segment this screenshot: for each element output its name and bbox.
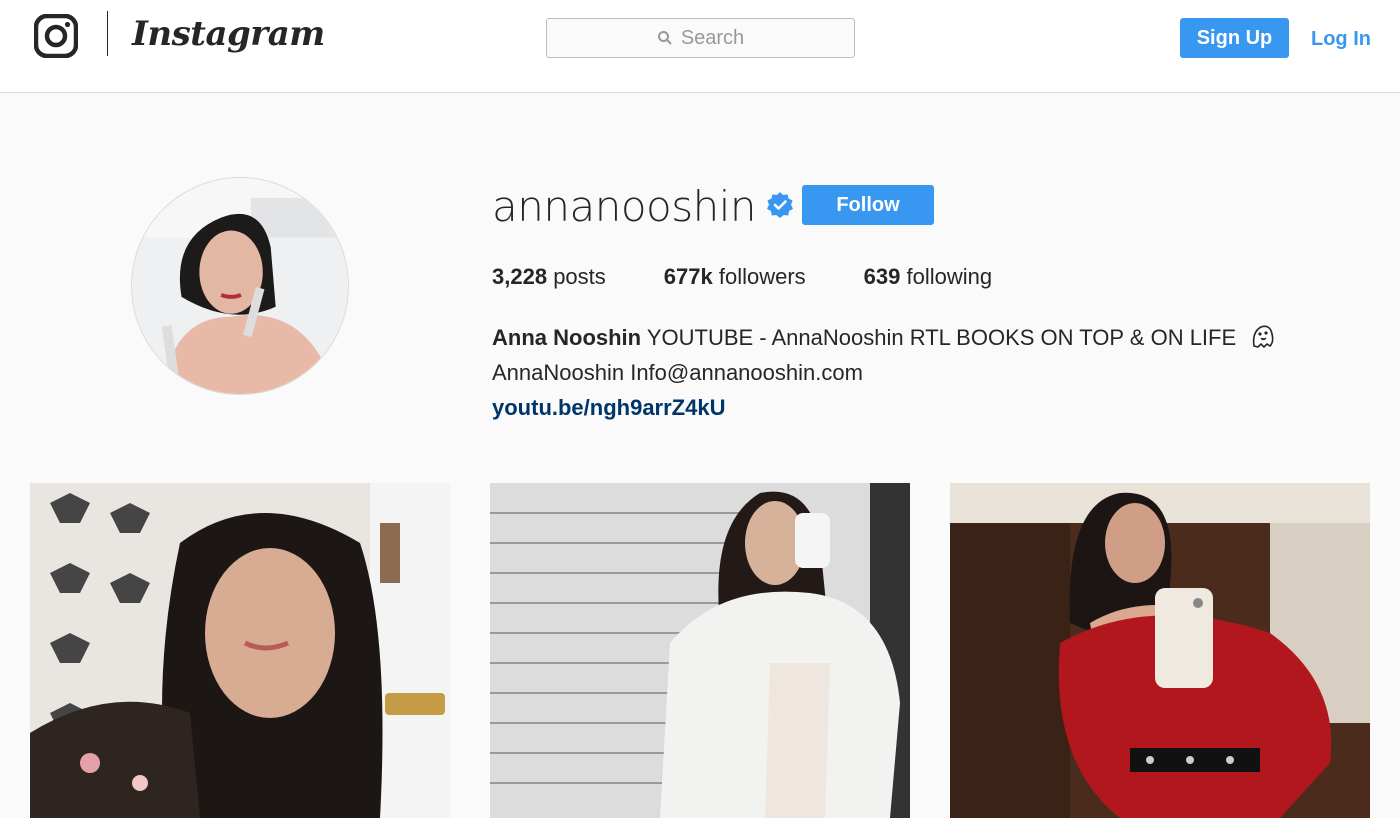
followers-stat[interactable]: 677k followers [664, 262, 806, 292]
avatar-image [132, 178, 348, 394]
post-image [950, 483, 1370, 818]
following-label: following [906, 264, 993, 289]
following-stat[interactable]: 639 following [864, 262, 992, 292]
log-in-link[interactable]: Log In [1311, 25, 1371, 53]
followers-label: followers [718, 264, 806, 289]
search-icon [657, 31, 672, 45]
sign-up-button[interactable]: Sign Up [1180, 18, 1289, 58]
profile-stats: 3,228 posts 677k followers 639 following [492, 262, 1050, 292]
follow-button[interactable]: Follow [802, 185, 934, 225]
post-thumbnail-2[interactable] [490, 483, 910, 818]
instagram-logo-icon[interactable] [34, 14, 78, 58]
profile-bio: Anna Nooshin YOUTUBE - AnnaNooshin RTL B… [492, 320, 1392, 425]
nav-divider [107, 11, 108, 56]
bio-text-1: YOUTUBE - AnnaNooshin RTL BOOKS ON TOP &… [646, 325, 1237, 350]
post-thumbnail-3[interactable] [950, 483, 1370, 818]
search-placeholder: Search [680, 26, 745, 49]
top-nav: Instagram Search Sign Up Log In [0, 0, 1400, 93]
search-input[interactable]: Search [546, 18, 855, 58]
bio-line-2: AnnaNooshin Info@annanooshin.com [492, 360, 863, 385]
bio-line-1: Anna Nooshin YOUTUBE - AnnaNooshin RTL B… [492, 320, 1392, 355]
posts-stat: 3,228 posts [492, 262, 606, 292]
following-count: 639 [863, 264, 901, 289]
bio-website-link[interactable]: youtu.be/ngh9arrZ4kU [492, 390, 1392, 425]
profile-avatar[interactable] [131, 177, 349, 395]
posts-count: 3,228 [492, 264, 548, 289]
post-thumbnail-1[interactable] [30, 483, 450, 818]
post-image [490, 483, 910, 818]
posts-label: posts [553, 264, 606, 289]
profile-username: annanooshin [492, 182, 757, 231]
ghost-emoji-icon [1253, 325, 1274, 349]
username-row: annanooshin [492, 182, 794, 232]
verified-badge-icon [767, 192, 794, 218]
instagram-wordmark[interactable]: Instagram [132, 10, 325, 58]
profile-full-name: Anna Nooshin [492, 325, 642, 350]
post-image [30, 483, 450, 818]
followers-count: 677k [663, 264, 713, 289]
